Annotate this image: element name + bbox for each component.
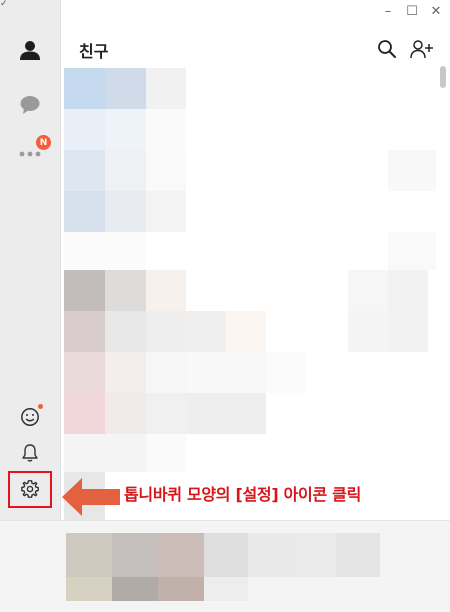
bell-icon xyxy=(22,444,38,462)
blurred-block xyxy=(348,270,388,311)
scrollbar-thumb[interactable] xyxy=(440,66,446,88)
blurred-block xyxy=(105,191,146,232)
blurred-block xyxy=(112,533,158,577)
blurred-block xyxy=(146,150,186,191)
blurred-block xyxy=(292,533,336,577)
bottom-banner-area xyxy=(0,520,450,612)
smiley-icon xyxy=(21,408,39,426)
blurred-block xyxy=(146,393,186,434)
settings-highlight-box xyxy=(8,471,52,508)
blurred-block xyxy=(158,577,204,601)
ad-banner-blurred[interactable] xyxy=(66,533,380,601)
blurred-block xyxy=(105,109,146,150)
blurred-block xyxy=(146,434,186,472)
blurred-block xyxy=(146,270,186,311)
annotation-text: 톱니바퀴 모양의 [설정] 아이콘 클릭 xyxy=(124,485,361,504)
annotation-arrow-icon xyxy=(62,478,120,516)
sidebar-item-friends[interactable] xyxy=(12,32,48,68)
blurred-block xyxy=(226,311,266,352)
blurred-block xyxy=(105,352,146,393)
blurred-block xyxy=(146,311,186,352)
blurred-block xyxy=(336,533,380,577)
notification-dot xyxy=(38,404,43,409)
sidebar-item-chats[interactable] xyxy=(12,87,48,123)
new-badge: N xyxy=(36,135,51,150)
blurred-block xyxy=(388,232,436,270)
add-friend-icon xyxy=(410,40,433,59)
blurred-block xyxy=(266,352,306,393)
blurred-block xyxy=(66,533,112,577)
corner-glyph: ✓ xyxy=(0,0,8,9)
blurred-block xyxy=(146,352,186,393)
blurred-block xyxy=(348,311,388,352)
minimize-button[interactable]: – xyxy=(382,4,394,19)
blurred-block xyxy=(66,577,112,601)
blurred-block xyxy=(64,109,105,150)
blurred-block xyxy=(64,434,146,472)
blurred-block xyxy=(388,150,436,191)
friend-list-blurred xyxy=(64,68,436,520)
blurred-block xyxy=(204,533,248,577)
chat-bubble-icon xyxy=(20,96,40,114)
blurred-block xyxy=(158,533,204,577)
blurred-block xyxy=(64,150,105,191)
blurred-block xyxy=(105,393,146,434)
blurred-block xyxy=(204,577,248,601)
blurred-block xyxy=(186,393,266,434)
more-dots-icon xyxy=(19,151,41,157)
blurred-block xyxy=(146,109,186,150)
sidebar-item-notifications[interactable] xyxy=(12,435,48,471)
blurred-block xyxy=(186,352,266,393)
blurred-block xyxy=(105,150,146,191)
blurred-block xyxy=(64,393,105,434)
add-friend-button[interactable] xyxy=(409,36,435,62)
window-controls: – ☐ ✕ xyxy=(382,4,442,19)
blurred-block xyxy=(64,68,105,109)
blurred-block xyxy=(146,191,186,232)
close-button[interactable]: ✕ xyxy=(430,4,442,19)
blurred-block xyxy=(64,270,105,311)
blurred-block xyxy=(105,68,146,109)
blurred-block xyxy=(146,68,186,109)
sidebar: ✓ N xyxy=(0,0,61,520)
blurred-block xyxy=(186,311,226,352)
blurred-block xyxy=(388,270,428,311)
blurred-block xyxy=(64,191,105,232)
kakaotalk-window: ✓ N – ☐ ✕ 친구 톱니바퀴 모양의 [설정] 아이콘 클릭 xyxy=(0,0,450,520)
search-button[interactable] xyxy=(374,36,400,62)
blurred-block xyxy=(112,577,158,601)
blurred-block xyxy=(105,311,146,352)
blurred-block xyxy=(64,352,105,393)
blurred-block xyxy=(64,311,105,352)
search-icon xyxy=(378,40,396,58)
blurred-block xyxy=(105,270,146,311)
maximize-button[interactable]: ☐ xyxy=(406,4,418,19)
blurred-block xyxy=(388,311,428,352)
person-icon xyxy=(20,41,40,60)
blurred-block xyxy=(248,533,292,577)
blurred-block xyxy=(64,232,146,270)
page-title: 친구 xyxy=(79,42,109,61)
